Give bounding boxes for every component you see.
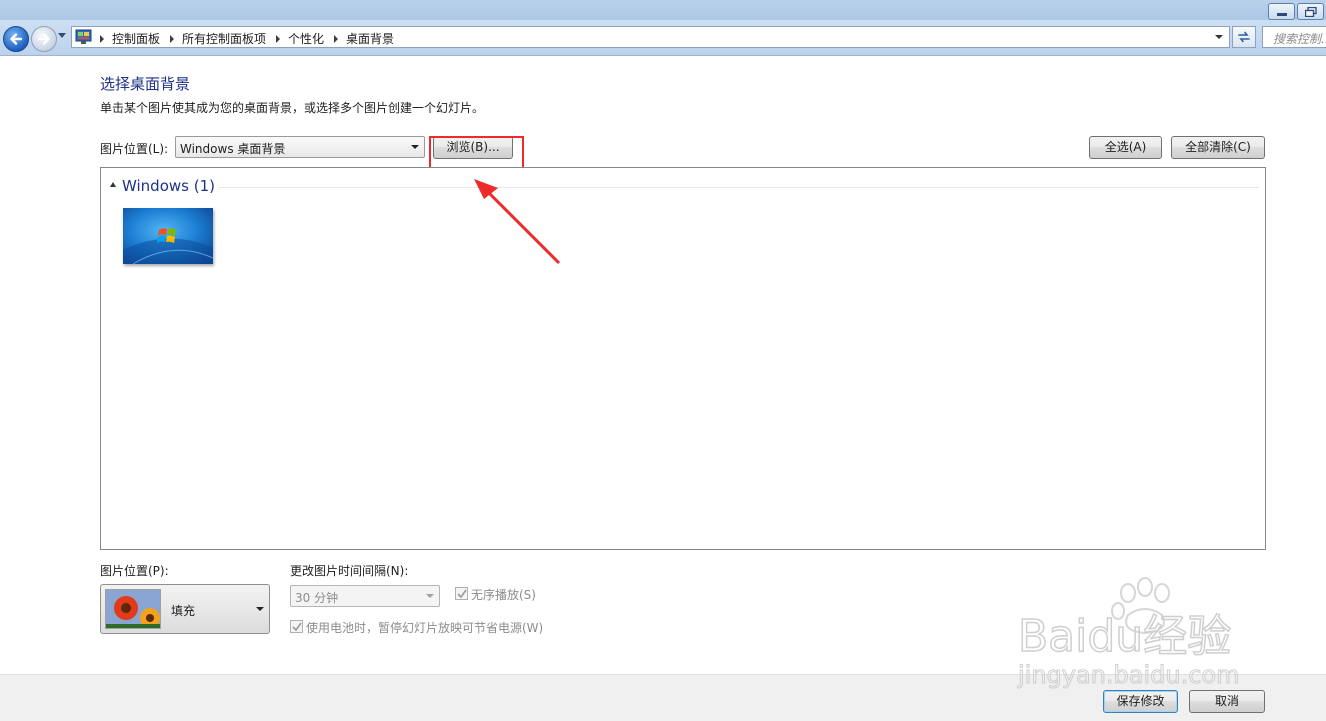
- interval-select[interactable]: 30 分钟: [290, 585, 440, 607]
- watermark-brand: Baidu经验: [1018, 611, 1231, 662]
- picture-position-label: 图片位置(P):: [100, 564, 169, 578]
- picture-location-value: Windows 桌面背景: [180, 142, 286, 156]
- position-preview-image: [105, 589, 161, 629]
- checkmark-icon: [292, 622, 302, 632]
- minimize-icon: [1277, 13, 1287, 16]
- wallpaper-thumbnail[interactable]: [123, 208, 213, 264]
- page-description: 单击某个图片使其成为您的桌面背景，或选择多个图片创建一个幻灯片。: [100, 101, 485, 115]
- chevron-down-icon: [411, 145, 419, 149]
- breadcrumb-control-panel[interactable]: 控制面板: [112, 30, 160, 47]
- clear-all-button[interactable]: 全部清除(C): [1171, 136, 1265, 159]
- cancel-button[interactable]: 取消: [1189, 690, 1265, 713]
- address-field[interactable]: 控制面板 所有控制面板项 个性化 桌面背景: [71, 26, 1230, 48]
- battery-pause-label: 使用电池时，暂停幻灯片放映可节省电源(W): [306, 621, 544, 635]
- search-input[interactable]: 搜索控制...: [1262, 26, 1326, 48]
- save-changes-button[interactable]: 保存修改: [1103, 690, 1178, 713]
- refresh-icon: [1238, 31, 1250, 43]
- search-placeholder: 搜索控制...: [1273, 32, 1326, 46]
- restore-button[interactable]: [1297, 3, 1324, 20]
- refresh-button[interactable]: [1232, 26, 1256, 48]
- breadcrumb-separator-icon[interactable]: [334, 34, 339, 43]
- breadcrumb-separator-icon[interactable]: [100, 34, 104, 43]
- gallery-group-title[interactable]: Windows (1): [122, 177, 215, 195]
- address-history-dropdown-icon[interactable]: [1215, 35, 1223, 39]
- arrow-left-icon: [10, 33, 23, 45]
- page-title: 选择桌面背景: [100, 75, 191, 93]
- checkmark-icon: [457, 589, 467, 599]
- breadcrumb-personalization[interactable]: 个性化: [288, 30, 324, 47]
- interval-value: 30 分钟: [295, 591, 339, 605]
- picture-location-label: 图片位置(L):: [100, 142, 169, 156]
- group-divider: [219, 187, 1259, 188]
- wallpaper-gallery[interactable]: Windows (1): [100, 167, 1266, 550]
- chevron-down-icon: [256, 607, 264, 611]
- minimize-button[interactable]: [1268, 3, 1295, 20]
- chevron-down-icon: [426, 594, 434, 598]
- recent-pages-dropdown-icon[interactable]: [58, 33, 66, 39]
- select-all-button[interactable]: 全选(A): [1089, 136, 1162, 159]
- windows7-wallpaper-image: [123, 208, 213, 264]
- control-panel-icon: [75, 29, 92, 44]
- shuffle-label: 无序播放(S): [471, 588, 536, 602]
- interval-label: 更改图片时间间隔(N):: [290, 564, 409, 578]
- forward-button[interactable]: [31, 26, 57, 52]
- annotation-highlight-box: [429, 136, 524, 169]
- breadcrumb-separator-icon[interactable]: [276, 34, 281, 43]
- breadcrumb-desktop-background[interactable]: 桌面背景: [346, 30, 394, 47]
- arrow-right-icon: [37, 33, 50, 45]
- picture-position-select[interactable]: 填充: [100, 584, 270, 634]
- collapse-group-icon[interactable]: [110, 182, 116, 187]
- battery-pause-checkbox[interactable]: [290, 620, 303, 633]
- restore-icon: [1305, 7, 1317, 17]
- breadcrumb-all-items[interactable]: 所有控制面板项: [182, 30, 266, 47]
- breadcrumb-separator-icon[interactable]: [170, 34, 175, 43]
- picture-location-select[interactable]: Windows 桌面背景: [175, 136, 425, 158]
- shuffle-checkbox[interactable]: [455, 587, 468, 600]
- back-button[interactable]: [3, 26, 29, 52]
- picture-position-value: 填充: [171, 604, 196, 618]
